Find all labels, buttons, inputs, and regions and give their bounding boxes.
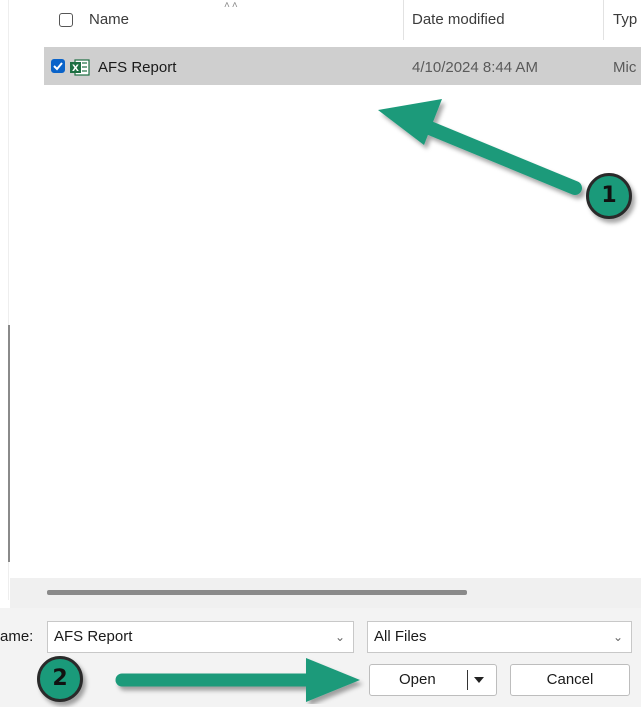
file-name-label: ame: — [0, 628, 34, 645]
file-date-modified: 4/10/2024 8:44 AM — [412, 59, 538, 76]
checkmark-icon — [53, 62, 63, 71]
step-badge-1: 1 — [586, 173, 632, 219]
open-dropdown-icon[interactable] — [473, 676, 485, 684]
column-header-date-modified[interactable]: Date modified — [412, 11, 505, 28]
column-header-type[interactable]: Typ — [613, 11, 637, 28]
navigation-pane-scrollbar[interactable] — [8, 325, 10, 562]
file-name: AFS Report — [98, 59, 177, 76]
file-type-select[interactable]: All Files ⌄ — [367, 621, 632, 653]
file-type: Mic — [613, 59, 637, 76]
cancel-button[interactable]: Cancel — [510, 664, 630, 696]
select-all-checkbox[interactable] — [59, 13, 73, 27]
chevron-down-icon[interactable]: ⌄ — [613, 630, 623, 644]
open-button-label: Open — [399, 671, 436, 688]
step-badge-2: 2 — [37, 656, 83, 702]
column-separator[interactable] — [403, 0, 404, 40]
open-split-divider — [467, 670, 468, 690]
chevron-down-icon[interactable]: ⌄ — [335, 630, 345, 644]
scrollbar-thumb[interactable] — [47, 590, 467, 595]
sort-indicator: ˄˄ — [224, 0, 240, 11]
file-type-value: All Files — [374, 628, 427, 645]
row-checkbox[interactable] — [51, 59, 65, 73]
column-header-name[interactable]: Name — [89, 11, 129, 28]
svg-text:X: X — [72, 64, 79, 74]
excel-file-icon: X — [70, 59, 90, 76]
file-name-input[interactable]: AFS Report ⌄ — [47, 621, 354, 653]
column-separator[interactable] — [603, 0, 604, 40]
annotation-arrow-1 — [378, 99, 582, 195]
file-name-value: AFS Report — [54, 628, 133, 645]
annotation-arrow-2 — [115, 658, 360, 702]
